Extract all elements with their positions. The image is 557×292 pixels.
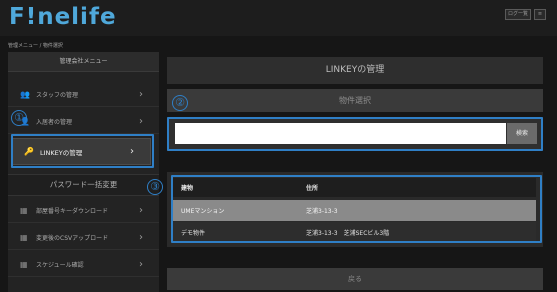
- download-icon: ▦: [20, 206, 28, 215]
- sidebar-item-label: 変更後のCSVアップロード: [36, 235, 109, 242]
- callout-number-3: ③: [147, 179, 163, 195]
- sidebar-item-label: スタッフの管理: [36, 92, 79, 99]
- sidebar-item-label: スケジュール確認: [36, 262, 84, 269]
- chevron-right-icon: ›: [139, 89, 143, 100]
- breadcrumb: 管理メニュー / 物件選択: [8, 43, 63, 49]
- callout-box-1: [11, 134, 154, 168]
- callout-box-3: [171, 175, 542, 243]
- header-button[interactable]: ログ一覧: [505, 9, 531, 20]
- sidebar-item-label: 入居者の管理: [36, 119, 73, 126]
- sidebar: 管理会社メニュー 👥 スタッフの管理 › 👤 入居者の管理 › 🔑 LINKEY…: [8, 52, 159, 292]
- sidebar-item-key-download[interactable]: ▦ 部屋番号キーダウンロード ›: [8, 199, 159, 223]
- sidebar-item-label: 部屋番号キーダウンロード: [36, 208, 109, 215]
- callout-number-2: ②: [172, 95, 188, 111]
- app-logo: F!nelife: [9, 4, 117, 30]
- chevron-right-icon: ›: [139, 259, 143, 270]
- calendar-icon: ▦: [20, 260, 28, 269]
- page-title: LINKEYの管理: [167, 57, 543, 84]
- back-button[interactable]: 戻る: [167, 268, 543, 290]
- upload-icon: ▦: [20, 233, 28, 242]
- callout-box-2: [167, 117, 543, 151]
- sidebar-section-heading: パスワード一括変更: [8, 174, 159, 196]
- sidebar-item-staff[interactable]: 👥 スタッフの管理 ›: [8, 83, 159, 107]
- callout-number-1: ①: [11, 110, 27, 126]
- chevron-right-icon: ›: [139, 205, 143, 216]
- section-title: 物件選択: [167, 89, 543, 112]
- chevron-right-icon: ›: [139, 116, 143, 127]
- app-header: F!nelife ログ一覧 ≡: [0, 0, 557, 36]
- sidebar-item-residents[interactable]: 👤 入居者の管理 ›: [8, 110, 159, 134]
- sidebar-item-csv-upload[interactable]: ▦ 変更後のCSVアップロード ›: [8, 226, 159, 250]
- sidebar-heading: 管理会社メニュー: [8, 52, 159, 72]
- chevron-right-icon: ›: [139, 232, 143, 243]
- sidebar-item-schedule[interactable]: ▦ スケジュール確認 ›: [8, 253, 159, 277]
- menu-button[interactable]: ≡: [534, 9, 546, 20]
- users-icon: 👥: [20, 90, 30, 99]
